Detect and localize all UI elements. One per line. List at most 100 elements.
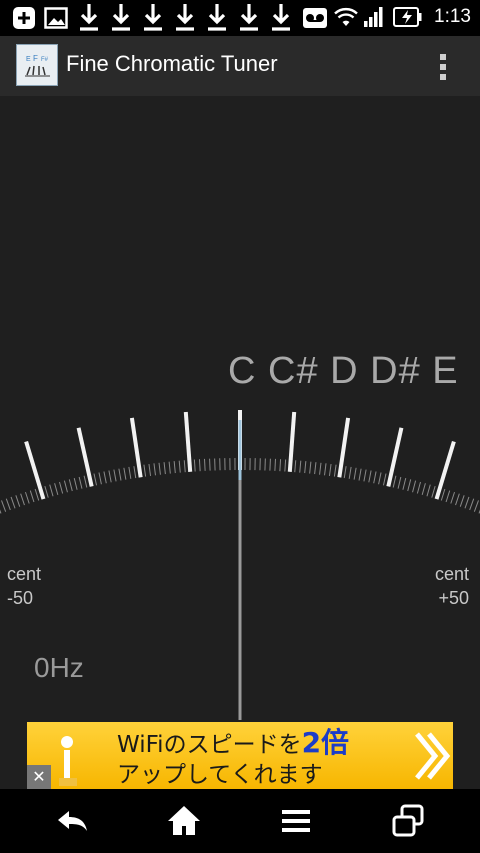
minor-tick xyxy=(204,458,206,471)
minor-tick xyxy=(148,463,152,476)
minor-tick xyxy=(353,467,357,480)
minor-tick xyxy=(103,471,107,484)
minor-tick xyxy=(15,495,21,507)
ad-banner[interactable]: WiFiのスピードを2倍 アップしてくれます xyxy=(27,722,453,789)
minor-tick xyxy=(128,466,132,479)
minor-tick xyxy=(168,461,171,474)
minor-tick xyxy=(73,478,78,490)
minor-tick xyxy=(455,493,460,506)
minor-tick xyxy=(0,509,2,514)
minor-tick xyxy=(333,464,337,477)
minor-tick xyxy=(49,484,54,497)
ad-plug-icon xyxy=(59,736,77,786)
minor-tick xyxy=(284,459,287,472)
minor-tick xyxy=(445,490,451,503)
add-icon xyxy=(13,7,35,29)
minor-tick xyxy=(382,473,387,486)
minor-tick xyxy=(123,467,127,480)
ad-chevron-icon xyxy=(415,732,451,780)
download-icon xyxy=(112,4,130,31)
minor-tick xyxy=(392,475,397,488)
menu-icon[interactable] xyxy=(278,803,314,839)
right-cent-unit: cent xyxy=(435,564,470,584)
minor-tick xyxy=(108,470,112,483)
download-icon xyxy=(272,4,290,31)
download-icon xyxy=(240,4,258,31)
ad-line1: WiFiのスピードを xyxy=(117,732,302,758)
minor-tick xyxy=(469,498,475,511)
minor-tick xyxy=(173,461,176,474)
download-icon xyxy=(144,4,162,31)
image-icon xyxy=(44,7,68,29)
major-tick xyxy=(337,417,351,478)
minor-tick xyxy=(431,485,436,498)
minor-tick xyxy=(24,491,30,504)
minor-tick xyxy=(193,459,196,472)
tuner-dial xyxy=(0,410,480,720)
minor-tick xyxy=(416,481,421,494)
minor-tick xyxy=(412,480,417,493)
wifi-icon xyxy=(334,7,358,26)
minor-tick xyxy=(20,493,25,506)
recent-apps-icon[interactable] xyxy=(390,803,426,839)
navigation-bar xyxy=(0,789,480,853)
download-icon xyxy=(208,4,226,31)
svg-text:E: E xyxy=(26,56,31,63)
major-tick xyxy=(76,427,94,487)
major-tick xyxy=(287,411,297,472)
minor-tick xyxy=(314,462,317,475)
voicemail-icon xyxy=(303,8,327,28)
battery-charging-icon xyxy=(393,7,422,27)
minor-tick xyxy=(279,459,282,472)
minor-tick xyxy=(473,500,479,512)
clock: 1:13 xyxy=(434,6,471,27)
frequency-readout: 0Hz xyxy=(34,652,84,683)
ad-text: WiFiのスピードを2倍 アップしてくれます xyxy=(117,728,349,790)
minor-tick xyxy=(274,458,276,471)
minor-tick xyxy=(464,496,470,509)
right-cent-value: +50 xyxy=(438,588,470,608)
minor-tick xyxy=(59,481,64,494)
ad-highlight: 2倍 xyxy=(301,726,350,759)
minor-tick xyxy=(343,466,347,479)
minor-tick xyxy=(133,466,137,479)
minor-tick xyxy=(158,462,161,475)
minor-tick xyxy=(440,488,446,501)
left-cent-unit: cent xyxy=(7,564,42,584)
minor-tick xyxy=(299,460,302,473)
left-cent-value: -50 xyxy=(7,588,34,608)
app-icon: E F F# xyxy=(16,44,58,86)
minor-tick xyxy=(178,460,181,473)
app-logo-icon: E F F# xyxy=(25,54,50,77)
major-tick xyxy=(24,441,46,500)
minor-tick xyxy=(209,458,211,471)
minor-tick xyxy=(54,483,59,495)
minor-tick xyxy=(368,470,372,483)
minor-tick xyxy=(304,461,307,474)
minor-tick xyxy=(309,461,312,474)
minor-tick xyxy=(328,463,332,476)
minor-tick xyxy=(113,469,117,482)
left-cent-label: cent -50 xyxy=(7,562,41,610)
minor-tick xyxy=(83,475,88,488)
major-tick xyxy=(183,411,193,472)
minor-tick xyxy=(358,468,362,481)
minor-tick xyxy=(29,490,35,503)
major-tick xyxy=(129,417,143,478)
svg-text:F#: F# xyxy=(41,57,49,63)
action-bar: E F F# Fine Chromatic Tuner xyxy=(0,36,480,96)
minor-tick xyxy=(348,466,352,479)
minor-tick xyxy=(93,473,98,486)
major-tick xyxy=(434,441,456,500)
minor-tick xyxy=(153,463,156,476)
minor-tick xyxy=(78,476,83,489)
ad-close-button[interactable]: ✕ xyxy=(27,765,51,789)
minor-tick xyxy=(5,498,11,511)
back-icon[interactable] xyxy=(54,803,90,839)
overflow-menu-icon[interactable] xyxy=(432,48,456,84)
minor-tick xyxy=(397,476,402,489)
home-icon[interactable] xyxy=(166,803,202,839)
minor-tick xyxy=(459,495,465,507)
status-bar: 1:13 xyxy=(0,0,480,36)
right-cent-label: cent +50 xyxy=(435,562,469,610)
